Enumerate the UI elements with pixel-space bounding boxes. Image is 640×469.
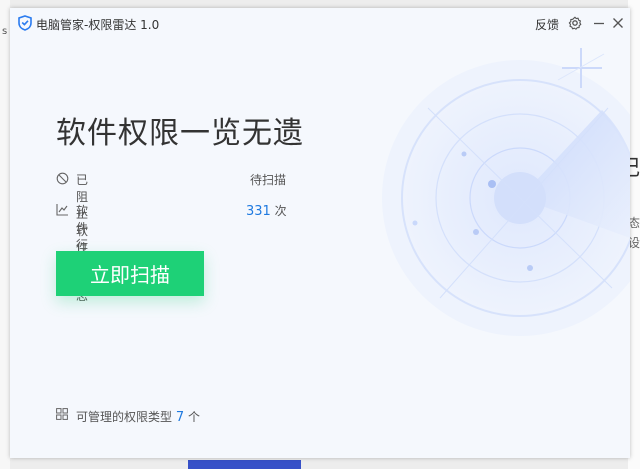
block-icon xyxy=(56,172,69,185)
background-button-bar[interactable] xyxy=(188,460,301,469)
behavior-log-count[interactable]: 331 次 xyxy=(246,202,287,219)
title-bar[interactable]: 电脑管家-权限雷达 1.0 反馈 xyxy=(10,8,630,38)
background-window-edge xyxy=(0,0,10,469)
window-title: 电脑管家-权限雷达 1.0 xyxy=(36,18,160,32)
permission-types-text: 可管理的权限类型 7 个 xyxy=(76,408,200,425)
permission-radar-window: 电脑管家-权限雷达 1.0 反馈 软件权限一览无遗 已阻止软件 待扫描 软件行 … xyxy=(10,8,630,458)
page-headline: 软件权限一览无遗 xyxy=(56,116,304,151)
scan-now-button[interactable]: 立即扫描 xyxy=(56,251,204,296)
feedback-link[interactable]: 反馈 xyxy=(535,16,559,33)
gear-icon[interactable] xyxy=(568,16,582,30)
log-count-number[interactable]: 331 xyxy=(246,204,271,219)
close-icon[interactable] xyxy=(611,16,625,30)
log-count-unit: 次 xyxy=(274,204,287,218)
background-text-fragment: s xyxy=(2,26,8,37)
radar-illustration xyxy=(382,48,630,336)
permission-types-label: 可管理的权限类型 xyxy=(76,410,173,424)
chart-icon xyxy=(56,204,68,216)
shield-icon xyxy=(18,15,32,31)
permission-types-unit: 个 xyxy=(187,410,200,424)
minimize-icon[interactable] xyxy=(592,16,606,30)
grid-icon xyxy=(56,408,68,420)
permission-types-count[interactable]: 7 xyxy=(176,410,184,425)
blocked-status-text: 待扫描 xyxy=(250,173,287,187)
